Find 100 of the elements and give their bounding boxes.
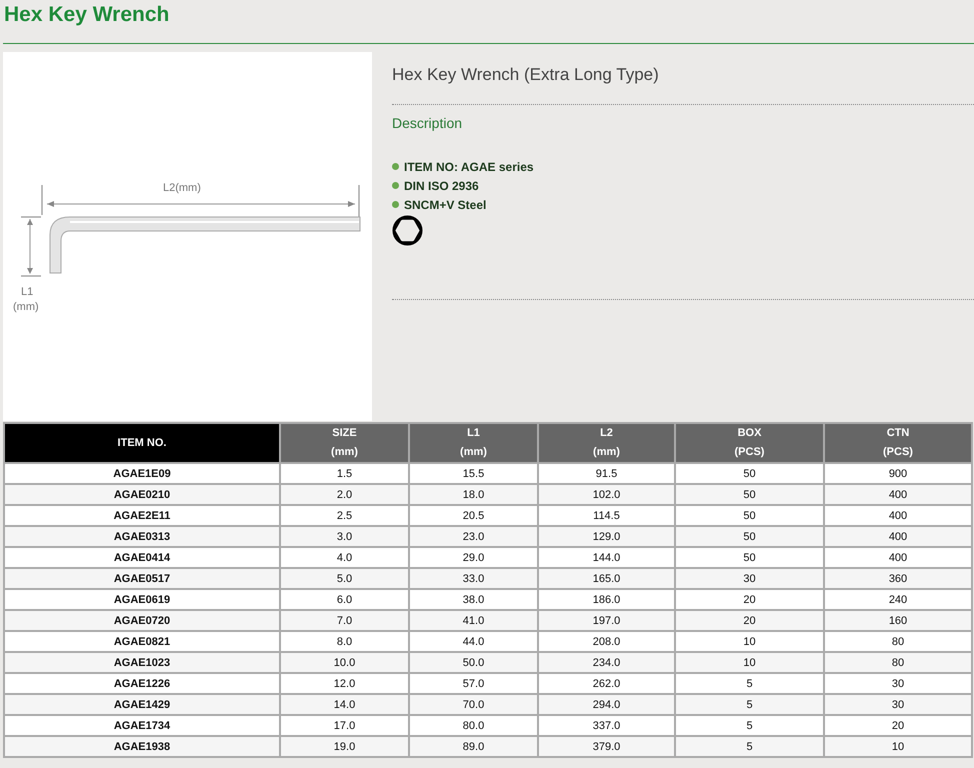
table-cell: AGAE1E09 bbox=[4, 463, 280, 484]
table-cell: AGAE0821 bbox=[4, 631, 280, 652]
table-cell: 50 bbox=[675, 526, 824, 547]
table-cell: 102.0 bbox=[538, 484, 675, 505]
column-header: BOX (PCS) bbox=[675, 423, 824, 463]
dimension-unit: (mm) bbox=[13, 301, 39, 313]
table-cell: 89.0 bbox=[409, 736, 538, 757]
table-cell: 44.0 bbox=[409, 631, 538, 652]
table-cell: 23.0 bbox=[409, 526, 538, 547]
column-header: ITEM NO. bbox=[4, 423, 280, 463]
table-cell: 50 bbox=[675, 547, 824, 568]
feature-text: DIN ISO 2936 bbox=[404, 178, 479, 192]
dimension-label: L2(mm) bbox=[163, 182, 201, 194]
table-cell: 294.0 bbox=[538, 694, 675, 715]
table-cell: AGAE1938 bbox=[4, 736, 280, 757]
table-cell: 50 bbox=[675, 484, 824, 505]
table-cell: 30 bbox=[824, 694, 972, 715]
column-header: SIZE (mm) bbox=[280, 423, 409, 463]
table-cell: 10 bbox=[675, 652, 824, 673]
table-cell: 114.5 bbox=[538, 505, 675, 526]
table-cell: AGAE0720 bbox=[4, 610, 280, 631]
feature-text: ITEM NO: AGAE series bbox=[404, 160, 534, 174]
table-cell: 20.5 bbox=[409, 505, 538, 526]
table-cell: 197.0 bbox=[538, 610, 675, 631]
table-cell: 10.0 bbox=[280, 652, 409, 673]
table-cell: 50.0 bbox=[409, 652, 538, 673]
table-cell: 360 bbox=[824, 568, 972, 589]
table-cell: 91.5 bbox=[538, 463, 675, 484]
table-cell: 20 bbox=[824, 715, 972, 736]
table-cell: 20 bbox=[675, 610, 824, 631]
bullet-icon bbox=[392, 201, 399, 208]
table-cell: 144.0 bbox=[538, 547, 675, 568]
table-cell: 50 bbox=[675, 505, 824, 526]
table-cell: AGAE0210 bbox=[4, 484, 280, 505]
table-cell: AGAE1226 bbox=[4, 673, 280, 694]
table-cell: 3.0 bbox=[280, 526, 409, 547]
table-cell: AGAE1734 bbox=[4, 715, 280, 736]
table-cell: 8.0 bbox=[280, 631, 409, 652]
table-cell: 7.0 bbox=[280, 610, 409, 631]
table-cell: AGAE0414 bbox=[4, 547, 280, 568]
table-cell: 400 bbox=[824, 484, 972, 505]
table-cell: 38.0 bbox=[409, 589, 538, 610]
table-cell: 5 bbox=[675, 673, 824, 694]
table-cell: 4.0 bbox=[280, 547, 409, 568]
table-cell: 6.0 bbox=[280, 589, 409, 610]
table-cell: 160 bbox=[824, 610, 972, 631]
table-cell: 379.0 bbox=[538, 736, 675, 757]
table-cell: 41.0 bbox=[409, 610, 538, 631]
table-cell: 186.0 bbox=[538, 589, 675, 610]
table-cell: 10 bbox=[824, 736, 972, 757]
table-cell: 262.0 bbox=[538, 673, 675, 694]
table-cell: AGAE2E11 bbox=[4, 505, 280, 526]
page-title: Hex Key Wrench bbox=[3, 2, 170, 28]
bullet-icon bbox=[392, 163, 399, 170]
dimension-label: L1 bbox=[21, 286, 34, 298]
feature-text: SNCM+V Steel bbox=[404, 198, 486, 212]
table-cell: AGAE1429 bbox=[4, 694, 280, 715]
table-cell: 19.0 bbox=[280, 736, 409, 757]
table-cell: AGAE0313 bbox=[4, 526, 280, 547]
bullet-icon bbox=[392, 182, 399, 189]
table-cell: 337.0 bbox=[538, 715, 675, 736]
table-cell: 70.0 bbox=[409, 694, 538, 715]
table-cell: 400 bbox=[824, 547, 972, 568]
table-cell: 14.0 bbox=[280, 694, 409, 715]
table-cell: 20 bbox=[675, 589, 824, 610]
table-cell: 12.0 bbox=[280, 673, 409, 694]
table-cell: 10 bbox=[675, 631, 824, 652]
table-cell: 208.0 bbox=[538, 631, 675, 652]
table-cell: 50 bbox=[675, 463, 824, 484]
table-cell: AGAE1023 bbox=[4, 652, 280, 673]
table-cell: 80 bbox=[824, 652, 972, 673]
table-cell: 30 bbox=[824, 673, 972, 694]
table-cell: 30 bbox=[675, 568, 824, 589]
table-cell: 2.0 bbox=[280, 484, 409, 505]
table-cell: 234.0 bbox=[538, 652, 675, 673]
table-cell: 5 bbox=[675, 736, 824, 757]
table-cell: 2.5 bbox=[280, 505, 409, 526]
table-cell: 80 bbox=[824, 631, 972, 652]
table-cell: 400 bbox=[824, 505, 972, 526]
column-header: CTN (PCS) bbox=[824, 423, 972, 463]
table-cell: 15.5 bbox=[409, 463, 538, 484]
table-cell: 5 bbox=[675, 715, 824, 736]
table-cell: 80.0 bbox=[409, 715, 538, 736]
table-cell: 240 bbox=[824, 589, 972, 610]
table-cell: AGAE0517 bbox=[4, 568, 280, 589]
table-cell: 29.0 bbox=[409, 547, 538, 568]
table-cell: 165.0 bbox=[538, 568, 675, 589]
table-cell: 33.0 bbox=[409, 568, 538, 589]
table-cell: 1.5 bbox=[280, 463, 409, 484]
product-name: Hex Key Wrench (Extra Long Type) bbox=[392, 65, 660, 85]
table-cell: AGAE0619 bbox=[4, 589, 280, 610]
table-cell: 129.0 bbox=[538, 526, 675, 547]
table-cell: 400 bbox=[824, 526, 972, 547]
hexagon-icon bbox=[392, 215, 423, 246]
column-header: L1 (mm) bbox=[409, 423, 538, 463]
table-cell: 57.0 bbox=[409, 673, 538, 694]
section-heading: Description bbox=[392, 115, 464, 131]
table-cell: 5 bbox=[675, 694, 824, 715]
table-cell: 5.0 bbox=[280, 568, 409, 589]
column-header: L2 (mm) bbox=[538, 423, 675, 463]
